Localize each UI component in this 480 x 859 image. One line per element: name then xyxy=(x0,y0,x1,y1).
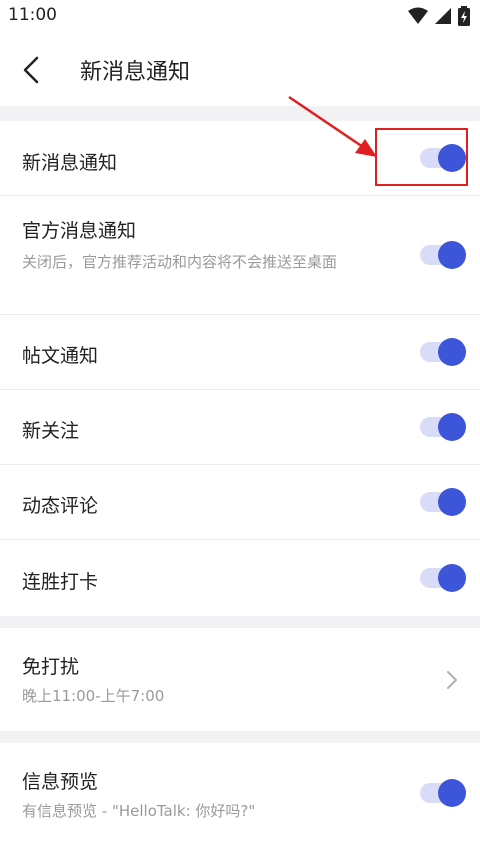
streak-checkin-toggle[interactable] xyxy=(416,562,466,594)
page-title: 新消息通知 xyxy=(80,60,191,85)
row-label: 信息预览 xyxy=(22,771,99,793)
row-sublabel: 晚上11:00-上午7:00 xyxy=(22,687,165,705)
message-preview-toggle[interactable] xyxy=(416,777,466,809)
preview-section: 信息预览 有信息预览 - "HelloTalk: 你好吗?" xyxy=(0,743,480,859)
official-message-notification-toggle[interactable] xyxy=(416,239,466,271)
post-notification-row[interactable]: 帖文通知 xyxy=(0,315,480,390)
wifi-icon xyxy=(408,7,428,24)
row-label: 帖文通知 xyxy=(22,345,99,367)
chevron-right-icon xyxy=(447,671,457,689)
battery-icon xyxy=(458,6,470,26)
row-label: 官方消息通知 xyxy=(22,220,137,242)
annotation-arrow-icon xyxy=(288,95,377,157)
back-arrow-icon[interactable] xyxy=(18,54,46,86)
post-notification-toggle[interactable] xyxy=(416,336,466,368)
status-icons xyxy=(408,6,470,26)
official-message-notification-row[interactable]: 官方消息通知 关闭后，官方推荐活动和内容将不会推送至桌面 xyxy=(0,196,480,315)
row-label: 新关注 xyxy=(22,420,80,442)
streak-checkin-row[interactable]: 连胜打卡 xyxy=(0,540,480,616)
row-sublabel: 关闭后，官方推荐活动和内容将不会推送至桌面 xyxy=(22,253,338,271)
status-bar: 11:00 xyxy=(0,0,480,34)
message-preview-row[interactable]: 信息预览 有信息预览 - "HelloTalk: 你好吗?" xyxy=(0,743,480,859)
header: 新消息通知 xyxy=(0,34,480,106)
row-label: 动态评论 xyxy=(22,495,99,517)
new-follower-row[interactable]: 新关注 xyxy=(0,390,480,465)
status-time: 11:00 xyxy=(8,5,57,25)
signal-icon xyxy=(435,8,451,24)
highlight-box xyxy=(375,128,468,186)
moment-comment-row[interactable]: 动态评论 xyxy=(0,465,480,540)
moment-comment-toggle[interactable] xyxy=(416,486,466,518)
row-sublabel: 有信息预览 - "HelloTalk: 你好吗?" xyxy=(22,802,256,820)
do-not-disturb-row[interactable]: 免打扰 晚上11:00-上午7:00 xyxy=(0,628,480,731)
new-follower-toggle[interactable] xyxy=(416,411,466,443)
do-not-disturb-section: 免打扰 晚上11:00-上午7:00 xyxy=(0,628,480,731)
notification-settings-section: 新消息通知 官方消息通知 关闭后，官方推荐活动和内容将不会推送至桌面 帖文通知 … xyxy=(0,121,480,616)
row-label: 连胜打卡 xyxy=(22,571,99,593)
row-label: 免打扰 xyxy=(22,656,80,678)
